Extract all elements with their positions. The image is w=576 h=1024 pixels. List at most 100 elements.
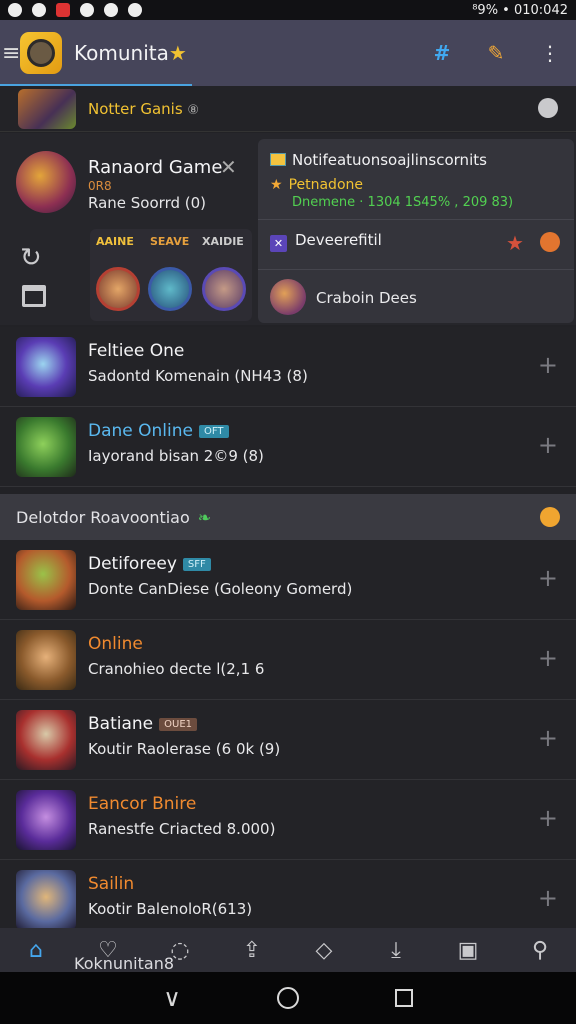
bottom-nav-label: Koknunitan8 [74, 954, 175, 973]
game-thumbnail [16, 337, 76, 397]
app-bar: ≡ Komunita★ # ✎ ⋮ [0, 20, 576, 86]
game-subtitle: Rane Soorrd (0) [88, 194, 207, 212]
add-icon[interactable]: + [538, 804, 558, 832]
list-item-title: Detiforeey SFF [88, 554, 211, 574]
recents-icon[interactable] [394, 989, 413, 1007]
app-bar-actions: # ✎ ⋮ [430, 20, 562, 86]
avatar [270, 279, 306, 315]
system-nav: ∨ [0, 972, 576, 1024]
list-item-title: Sailin [88, 874, 135, 894]
game-thumbnail [16, 630, 76, 690]
status-bar: ⁸9% • 010:042 [0, 0, 576, 20]
trophy-icon[interactable]: ⚲ [526, 938, 554, 963]
notification-panel: Notifeatuonsoajlinscornits ★ Petnadone Dn… [258, 139, 574, 323]
notification-icon [104, 3, 118, 17]
section-header: Delotdor Roavoontiao ❧ [0, 494, 576, 540]
list-item[interactable]: Online Cranohieo decte l(2,1 6 + [0, 620, 576, 700]
notification-title: Notifeatuonsoajlinscornits [270, 151, 487, 169]
edit-icon[interactable]: ✎ [484, 41, 508, 65]
app-logo-icon [20, 32, 62, 74]
list-item-subtitle: Koutir Raolerase (6 0k (9) [88, 740, 281, 758]
divider [258, 219, 574, 220]
notification-item[interactable]: ✕ Deveerefitil [270, 231, 382, 252]
hero-avatar[interactable] [202, 267, 246, 311]
refresh-icon[interactable]: ↻ [20, 243, 42, 273]
game-thumbnail [16, 550, 76, 610]
notification-icon [80, 3, 94, 17]
close-icon[interactable]: ✕ [220, 155, 237, 179]
more-vert-icon[interactable]: ⋮ [538, 41, 562, 65]
menu-icon[interactable]: ≡ [2, 41, 20, 66]
notification-stats: Dnemene · 1304 1S45% , 209 83) [292, 195, 514, 210]
share-icon[interactable]: ⇪ [238, 938, 266, 963]
star-icon[interactable]: ★ [506, 231, 524, 255]
hero-label: SEAVE [150, 235, 190, 248]
section-title: Delotdor Roavoontiao [16, 507, 190, 527]
list-item-subtitle: Iayorand bisan 2©9 (8) [88, 447, 264, 465]
list-item-title: Notter Ganis ⑧ [88, 99, 200, 118]
list-item[interactable]: Notter Ganis ⑧ [0, 86, 576, 132]
status-badge: OUE1 [159, 718, 197, 731]
add-icon[interactable]: + [538, 724, 558, 752]
status-right: ⁸9% • 010:042 [472, 3, 568, 18]
status-icons-left [8, 3, 142, 17]
list-item[interactable]: Eancor Bnire Ranestfe Criacted 8.000) + [0, 780, 576, 860]
status-text: ⁸9% • 010:042 [472, 2, 568, 18]
calendar-icon[interactable]: ▣ [454, 938, 482, 963]
notification-icon [270, 153, 286, 166]
list-item[interactable]: Feltiee One Sadontd Komenain (NH43 (8) + [0, 327, 576, 407]
list-item[interactable]: Batiane OUE1 Koutir Raolerase (6 0k (9) + [0, 700, 576, 780]
store-icon[interactable] [22, 285, 46, 307]
download-icon[interactable]: ⤓ [382, 938, 410, 963]
hero-label: XAIDIE [202, 235, 244, 248]
status-badge: SFF [182, 558, 211, 571]
list-item-title: Dane Online OFT [88, 421, 229, 441]
add-icon[interactable]: + [538, 351, 558, 379]
home-button-icon[interactable] [276, 987, 299, 1009]
home-icon[interactable]: ⌂ [22, 938, 50, 963]
list-item-subtitle: Sadontd Komenain (NH43 (8) [88, 367, 308, 385]
game-tag: 0R8 [88, 179, 112, 193]
list-item-title: Eancor Bnire [88, 794, 197, 814]
list-item-subtitle: Cranohieo decte l(2,1 6 [88, 660, 265, 678]
add-icon[interactable]: + [538, 431, 558, 459]
app-title: Komunita★ [74, 41, 187, 65]
game-icon: ✕ [270, 235, 287, 252]
game-avatar [16, 151, 76, 213]
game-thumbnail [16, 870, 76, 930]
list-item[interactable]: Detiforeey SFF Donte CanDiese (Goleony Go… [0, 540, 576, 620]
emoji-icon[interactable] [540, 232, 560, 252]
notification-icon [8, 3, 22, 17]
list-item-title: Feltiee One [88, 341, 185, 361]
add-icon[interactable]: + [538, 564, 558, 592]
list-item-title: Online [88, 634, 143, 654]
notification-icon [32, 3, 46, 17]
hero-avatar[interactable] [148, 267, 192, 311]
settings-icon[interactable] [538, 98, 558, 118]
game-thumbnail [16, 417, 76, 477]
featured-section: Ranaord Game ✕ 0R8 Rane Soorrd (0) ↻ AAI… [0, 133, 576, 325]
list-item-title: Batiane OUE1 [88, 714, 197, 734]
add-icon[interactable]: + [538, 884, 558, 912]
chat-icon[interactable]: ◇ [310, 938, 338, 963]
hero-label: AAINE [96, 235, 134, 248]
add-icon[interactable]: + [538, 644, 558, 672]
hero-picker: AAINE SEAVE XAIDIE [90, 229, 252, 321]
emoji-icon[interactable] [540, 507, 560, 527]
list-item-subtitle: Donte CanDiese (Goleony Gomerd) [88, 580, 353, 598]
hashtag-icon[interactable]: # [430, 41, 454, 65]
back-icon[interactable]: ∨ [163, 984, 181, 1012]
notification-item[interactable]: Craboin Dees [316, 289, 417, 307]
divider [258, 269, 574, 270]
game-thumbnail [16, 790, 76, 850]
notification-highlight: ★ Petnadone [270, 177, 363, 193]
hero-avatar[interactable] [96, 267, 140, 311]
game-thumbnail [18, 88, 76, 129]
game-title: Ranaord Game [88, 157, 223, 178]
notification-icon [128, 3, 142, 17]
leaf-icon: ❧ [197, 507, 212, 527]
list-item-subtitle: Ranestfe Criacted 8.000) [88, 820, 276, 838]
youtube-icon [56, 3, 70, 17]
status-badge: OFT [198, 425, 229, 438]
list-item[interactable]: Dane Online OFT Iayorand bisan 2©9 (8) + [0, 407, 576, 487]
